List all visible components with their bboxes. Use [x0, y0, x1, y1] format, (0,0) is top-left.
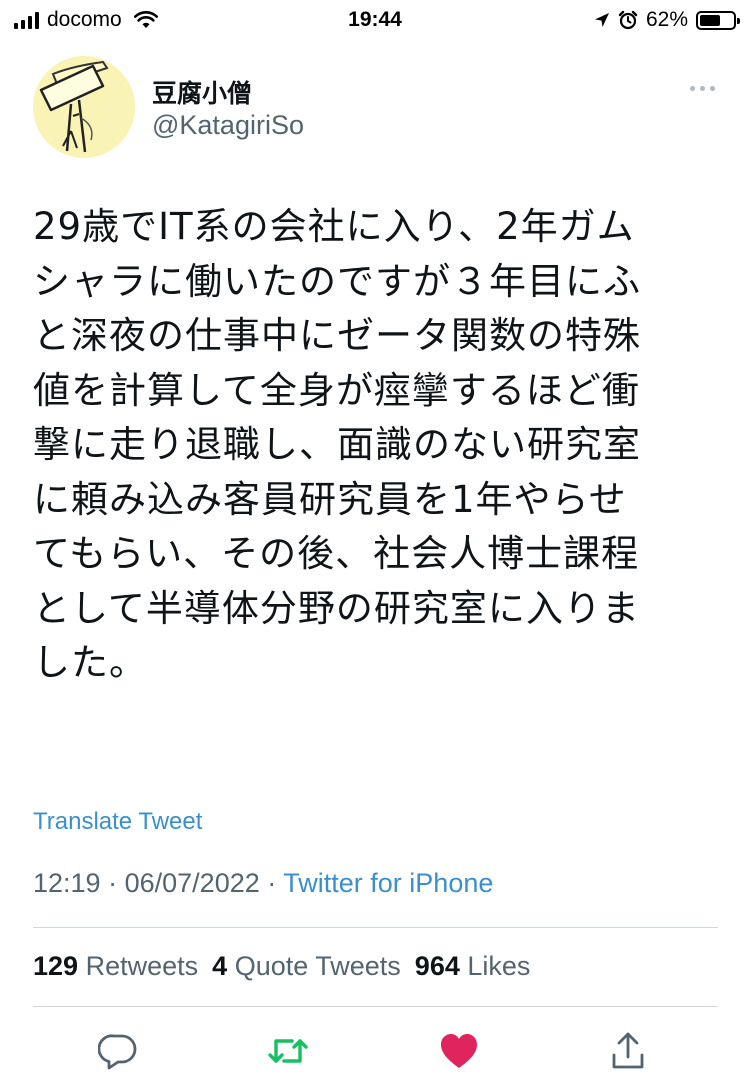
likes-label: Likes	[467, 951, 531, 981]
dot	[689, 85, 695, 91]
quote-tweets-stat[interactable]: 4 Quote Tweets	[212, 951, 401, 981]
alarm-clock-icon	[618, 10, 638, 30]
display-name[interactable]: 豆腐小僧	[152, 74, 252, 110]
retweets-count: 129	[33, 951, 79, 981]
more-options-button[interactable]	[682, 78, 722, 98]
tweet-stats: 129 Retweets 4 Quote Tweets 964 Likes	[33, 951, 530, 982]
likes-count: 964	[414, 951, 460, 981]
tweet-action-bar	[0, 1026, 750, 1076]
tweet-date: 06/07/2022	[124, 868, 260, 898]
dot	[709, 85, 715, 91]
avatar-image	[33, 56, 135, 158]
translate-tweet-link[interactable]: Translate Tweet	[33, 808, 202, 836]
reply-button[interactable]	[93, 1026, 143, 1076]
share-button[interactable]	[603, 1026, 653, 1076]
meta-separator: ·	[267, 868, 277, 898]
location-arrow-icon	[594, 13, 609, 27]
quote-tweets-count: 4	[212, 951, 228, 981]
heart-icon	[441, 1034, 477, 1068]
user-handle[interactable]: @KatagiriSo	[152, 110, 304, 141]
tweet-detail-screen: docomo 19:44 62% 豆腐小僧 @KatagiriSo 29歳でIT…	[0, 0, 750, 1092]
divider	[33, 1006, 718, 1007]
quote-tweets-label: Quote Tweets	[234, 951, 401, 981]
likes-stat[interactable]: 964 Likes	[415, 951, 531, 981]
tweet-text: 29歳でIT系の会社に入り、2年ガム シャラに働いたのですが３年目にふ と深夜の…	[33, 205, 641, 684]
retweets-label: Retweets	[85, 951, 199, 981]
status-right: 62%	[594, 8, 740, 32]
divider	[33, 927, 718, 928]
tweet-source-link[interactable]: Twitter for iPhone	[283, 868, 493, 898]
tweet-time: 12:19	[33, 868, 101, 898]
dot	[699, 85, 705, 91]
avatar[interactable]	[33, 56, 135, 158]
share-icon	[612, 1032, 644, 1069]
retweet-icon	[268, 1039, 308, 1063]
tweet-timestamp-line: 12:19 · 06/07/2022 · Twitter for iPhone	[33, 868, 493, 899]
status-bar: docomo 19:44 62%	[0, 0, 750, 40]
retweet-button[interactable]	[263, 1026, 313, 1076]
retweets-stat[interactable]: 129 Retweets	[33, 951, 198, 981]
like-button[interactable]	[434, 1026, 484, 1076]
reply-icon	[98, 1034, 137, 1070]
battery-percent: 62%	[645, 8, 688, 31]
battery-icon	[696, 10, 740, 30]
meta-separator: ·	[108, 868, 118, 898]
